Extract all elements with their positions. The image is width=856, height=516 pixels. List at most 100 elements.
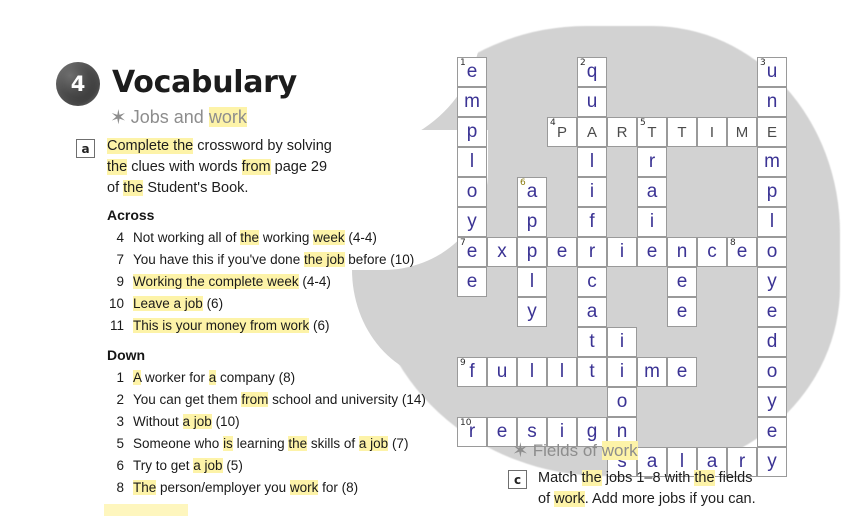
- crossword-cell[interactable]: t: [577, 357, 607, 387]
- crossword-cell[interactable]: a: [637, 177, 667, 207]
- crossword-cell[interactable]: e: [637, 237, 667, 267]
- crossword-cell[interactable]: m: [637, 357, 667, 387]
- crossword-cell[interactable]: e: [667, 297, 697, 327]
- crossword-cell[interactable]: o: [457, 177, 487, 207]
- crossword-cell-letter: A: [586, 123, 597, 141]
- crossword-cell[interactable]: u: [487, 357, 517, 387]
- crossword-cell[interactable]: a: [577, 297, 607, 327]
- crossword-cell[interactable]: y: [517, 297, 547, 327]
- clue-segment-highlight: The: [133, 480, 157, 495]
- crossword-cell[interactable]: c: [577, 267, 607, 297]
- crossword-cell[interactable]: 10 r: [457, 417, 487, 447]
- clue-text: You can get them from school and univers…: [133, 389, 447, 411]
- clue-segment: You have this if you've done: [133, 252, 304, 267]
- crossword-cell[interactable]: 8e: [727, 237, 757, 267]
- crossword-cell-letter: n: [766, 91, 778, 112]
- crossword-cell[interactable]: p: [517, 207, 547, 237]
- crossword-cell-letter: x: [497, 241, 507, 262]
- crossword-cell[interactable]: T: [667, 117, 697, 147]
- crossword-cell-letter: R: [616, 123, 628, 141]
- crossword-cell-number: 9: [460, 358, 466, 368]
- crossword-cell[interactable]: l: [547, 357, 577, 387]
- clue-item: 3 Without a job (10): [107, 411, 447, 433]
- crossword-cell[interactable]: e: [667, 357, 697, 387]
- crossword-cell[interactable]: e: [547, 237, 577, 267]
- crossword-cell[interactable]: o: [757, 237, 787, 267]
- crossword-cell[interactable]: e: [757, 297, 787, 327]
- crossword-cell[interactable]: 6a: [517, 177, 547, 207]
- clue-item: 1 A worker for a company (8): [107, 367, 447, 389]
- across-clue-list: 4 Not working all of the working week (4-…: [107, 227, 437, 337]
- clue-segment: Without: [133, 414, 183, 429]
- clue-segment-highlight: Working the complete week: [133, 274, 299, 289]
- crossword-cell[interactable]: r: [577, 237, 607, 267]
- crossword-cell[interactable]: A: [577, 117, 607, 147]
- crossword-cell[interactable]: l: [517, 267, 547, 297]
- crossword-cell[interactable]: p: [757, 177, 787, 207]
- crossword-cell-letter: m: [464, 91, 480, 112]
- crossword-cell[interactable]: l: [757, 207, 787, 237]
- left-column: 4 Vocabulary ✶ Jobs and work a Complete t…: [0, 0, 426, 516]
- crossword-cell[interactable]: y: [757, 267, 787, 297]
- worksheet-page: 4 Vocabulary ✶ Jobs and work a Complete t…: [0, 0, 856, 516]
- crossword-cell[interactable]: y: [457, 207, 487, 237]
- crossword-cell[interactable]: E: [757, 117, 787, 147]
- clue-segment-highlight: the: [288, 436, 308, 451]
- crossword-cell[interactable]: m: [757, 147, 787, 177]
- task-a-line2-end: page 29: [270, 159, 328, 175]
- crossword-cell[interactable]: 2q: [577, 57, 607, 87]
- section-subtitle: ✶ Jobs and work: [110, 104, 247, 129]
- crossword-cell[interactable]: o: [757, 357, 787, 387]
- crossword-cell[interactable]: n: [667, 237, 697, 267]
- crossword-cell-letter: e: [676, 361, 688, 382]
- crossword-cell[interactable]: r: [637, 147, 667, 177]
- crossword-cell[interactable]: m: [457, 87, 487, 117]
- clue-segment-highlight: work: [289, 480, 319, 495]
- crossword-cell[interactable]: x: [487, 237, 517, 267]
- crossword-cell[interactable]: u: [577, 87, 607, 117]
- crossword-cell[interactable]: 5T: [637, 117, 667, 147]
- crossword-cell[interactable]: o: [607, 387, 637, 417]
- crossword-cell[interactable]: l: [517, 357, 547, 387]
- crossword-cell[interactable]: f: [577, 207, 607, 237]
- crossword-cell[interactable]: y: [757, 387, 787, 417]
- crossword-cell[interactable]: 9f: [457, 357, 487, 387]
- crossword-cell[interactable]: M: [727, 117, 757, 147]
- crossword-cell[interactable]: I: [697, 117, 727, 147]
- crossword-cell[interactable]: l: [457, 147, 487, 177]
- crossword-cell[interactable]: i: [607, 237, 637, 267]
- crossword-cell[interactable]: R: [607, 117, 637, 147]
- crossword-cell[interactable]: e: [757, 417, 787, 447]
- clue-segment: (6): [309, 318, 330, 333]
- task-a-line2-hl1: the: [107, 159, 128, 175]
- crossword-cell-number: 7: [460, 238, 466, 248]
- crossword-cell[interactable]: d: [757, 327, 787, 357]
- crossword-cell[interactable]: n: [757, 87, 787, 117]
- crossword-cell[interactable]: e: [667, 267, 697, 297]
- crossword-cell[interactable]: p: [517, 237, 547, 267]
- clue-segment-highlight: Leave a job: [133, 296, 203, 311]
- clue-segment: Not working all of: [133, 230, 241, 245]
- crossword-cell[interactable]: 1e: [457, 57, 487, 87]
- crossword-cell-letter: t: [589, 331, 595, 352]
- clue-text: The person/employer you work for (8): [133, 477, 447, 499]
- crossword-cell-letter: m: [764, 151, 780, 172]
- crossword-cell[interactable]: t: [577, 327, 607, 357]
- clue-segment: worker for: [141, 370, 209, 385]
- crossword-cell[interactable]: i: [607, 327, 637, 357]
- crossword-cell-letter: p: [526, 241, 538, 262]
- crossword-cell[interactable]: 4P: [547, 117, 577, 147]
- crossword-cell[interactable]: i: [607, 357, 637, 387]
- crossword-cell[interactable]: c: [697, 237, 727, 267]
- clue-segment-highlight: This is your money from work: [133, 318, 310, 333]
- crossword-cell[interactable]: 7e: [457, 237, 487, 267]
- crossword-cell[interactable]: i: [577, 177, 607, 207]
- crossword-cell[interactable]: p: [457, 117, 487, 147]
- star-icon-fields: ✶: [512, 440, 529, 462]
- crossword-cell[interactable]: i: [637, 207, 667, 237]
- crossword-cell[interactable]: l: [577, 147, 607, 177]
- crossword-cell[interactable]: e: [457, 267, 487, 297]
- crossword-cell-letter: T: [647, 123, 657, 141]
- crossword-cell[interactable]: 3u: [757, 57, 787, 87]
- task-c-line1-e: fields: [714, 470, 753, 486]
